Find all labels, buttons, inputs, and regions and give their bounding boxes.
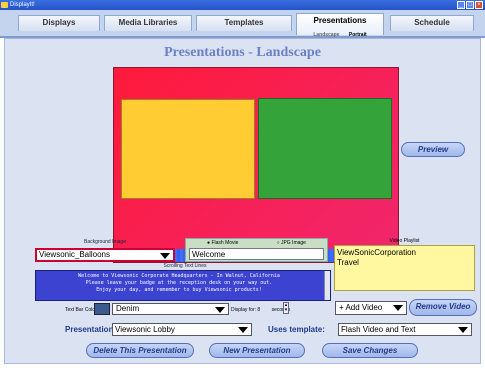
- scrolling-text-label: Scrolling Text Lines: [163, 263, 207, 269]
- main-tab-bar: Displays Media Libraries Templates Prese…: [0, 10, 485, 38]
- scroll-line: Enjoy your day, and remember to buy View…: [96, 287, 262, 293]
- close-icon[interactable]: ×: [475, 1, 483, 9]
- chevron-down-icon: [458, 327, 468, 333]
- text-bar-color-value: Denim: [116, 304, 140, 313]
- seconds-value[interactable]: 8: [257, 307, 260, 313]
- background-image-value: Viewsonic_Balloons: [39, 250, 111, 259]
- preview-button[interactable]: Preview: [401, 142, 465, 157]
- window-title: DisplayIt!: [10, 2, 35, 8]
- presentation-label: Presentation:: [65, 325, 117, 334]
- layout-canvas: [113, 67, 399, 263]
- add-video-select[interactable]: + Add Video: [335, 301, 407, 315]
- scrolling-text-area[interactable]: Welcome to Viewsonic Corporate Headquart…: [35, 270, 331, 301]
- tab-media-libraries[interactable]: Media Libraries: [104, 15, 192, 31]
- window-titlebar: DisplayIt! _ □ ×: [0, 0, 485, 10]
- radio-jpg-image[interactable]: ○ JPG Image: [277, 240, 306, 246]
- maximize-icon[interactable]: □: [466, 1, 474, 9]
- radio-flash-movie[interactable]: ● Flash Movie: [207, 240, 238, 246]
- scroll-line: Please leave your badge at the reception…: [85, 280, 273, 286]
- add-video-label: + Add Video: [339, 303, 383, 312]
- tab-presentations[interactable]: Presentations Landscape Portrait: [296, 13, 384, 38]
- zone-video[interactable]: [258, 98, 392, 199]
- chevron-down-icon: [238, 327, 248, 333]
- presentation-value: Viewsonic Lobby: [115, 325, 175, 334]
- list-item[interactable]: Travel: [337, 258, 472, 268]
- window-controls: _ □ ×: [457, 1, 483, 9]
- presentation-select[interactable]: Viewsonic Lobby: [112, 323, 252, 336]
- video-playlist-list[interactable]: ViewSonicCorporation Travel: [334, 245, 475, 291]
- tab-schedule[interactable]: Schedule: [390, 15, 474, 31]
- save-changes-button[interactable]: Save Changes: [322, 343, 418, 358]
- video-playlist-label: Video Playlist: [389, 238, 420, 244]
- scrollbar[interactable]: [324, 271, 330, 300]
- background-image-label: Background Image: [84, 239, 126, 245]
- page-title: Presentations - Landscape: [164, 45, 321, 60]
- tab-displays[interactable]: Displays: [18, 15, 100, 31]
- text-bar-color-select[interactable]: Denim: [112, 303, 229, 315]
- video-playlist: Video Playlist ViewSonicCorporation Trav…: [334, 238, 475, 291]
- presentation-editor: Presentations - Landscape Preview Backgr…: [4, 38, 481, 364]
- media-name-input[interactable]: [189, 248, 324, 260]
- display-for-row: Display for: 8 seconds: [231, 307, 290, 313]
- zone-background-image[interactable]: [121, 99, 255, 199]
- option-flash-label: Flash Movie: [211, 240, 239, 246]
- template-select[interactable]: Flash Video and Text: [338, 323, 472, 336]
- remove-video-button[interactable]: Remove Video: [409, 299, 477, 316]
- seconds-stepper[interactable]: ▴ ▾: [283, 302, 289, 314]
- chevron-down-icon: [160, 253, 170, 259]
- media-type-options: ● Flash Movie ○ JPG Image: [188, 240, 325, 246]
- new-presentation-button[interactable]: New Presentation: [209, 343, 305, 358]
- text-bar-color-swatch[interactable]: [94, 303, 110, 315]
- scroll-line: Welcome to Viewsonic Corporate Headquart…: [78, 273, 280, 279]
- template-label: Uses template:: [268, 325, 325, 334]
- tab-presentations-label: Presentations: [313, 16, 367, 25]
- list-item[interactable]: ViewSonicCorporation: [337, 248, 472, 258]
- app-logo-icon: [1, 2, 8, 8]
- background-image-select[interactable]: Viewsonic_Balloons: [35, 248, 175, 262]
- template-value: Flash Video and Text: [341, 325, 416, 334]
- media-type-box: ● Flash Movie ○ JPG Image: [185, 238, 328, 262]
- display-for-label: Display for:: [231, 307, 257, 313]
- minimize-icon[interactable]: _: [457, 1, 465, 9]
- chevron-down-icon: [393, 305, 403, 311]
- delete-presentation-button[interactable]: Delete This Presentation: [86, 343, 194, 358]
- chevron-down-icon: [215, 307, 225, 313]
- option-jpg-label: JPG Image: [280, 240, 306, 246]
- tab-templates[interactable]: Templates: [196, 15, 292, 31]
